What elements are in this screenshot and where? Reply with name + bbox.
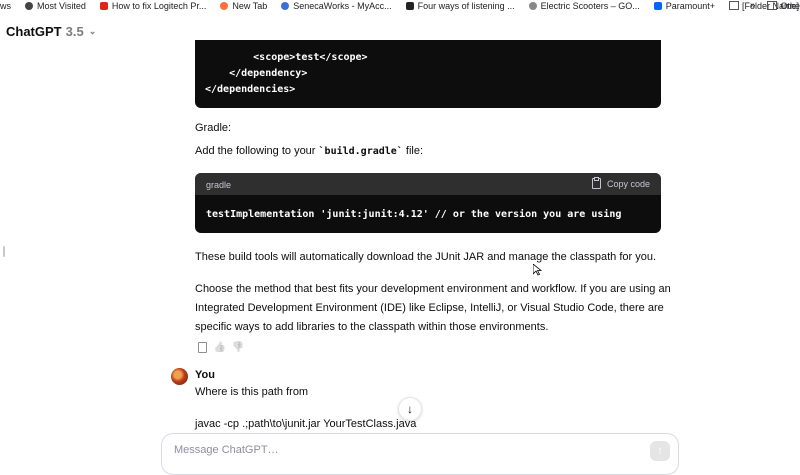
code-line: </dependency>: [205, 68, 308, 79]
chevron-right-icon[interactable]: »: [750, 0, 756, 11]
bookmark-label: Four ways of listening ...: [417, 0, 515, 11]
copy-code-label: Copy code: [606, 178, 650, 189]
bookmark-label: ws: [0, 0, 11, 11]
bookmark-senecaworks[interactable]: SenecaWorks - MyAcc...: [281, 0, 392, 11]
folder-icon: [728, 1, 739, 10]
user-message-line: Where is this path from: [195, 386, 309, 398]
code-block-header: gradle Copy code: [195, 173, 661, 195]
bookmark-new-tab[interactable]: New Tab: [220, 1, 267, 11]
thumbs-down-icon: 👎: [231, 341, 245, 353]
chevron-down-icon: ⌄: [88, 26, 97, 36]
avatar: [171, 368, 188, 385]
app-title: ChatGPT: [6, 24, 62, 39]
bookmark-label: SenecaWorks - MyAcc...: [293, 0, 392, 11]
thumbs-down-button[interactable]: 👎: [232, 341, 244, 353]
bookmark-logitech[interactable]: How to fix Logitech Pr...: [99, 0, 207, 11]
instruction-text: file:: [402, 145, 424, 157]
message-composer: ↑: [161, 433, 679, 475]
arrow-down-icon: ↓: [407, 402, 413, 416]
gradle-heading: Gradle:: [195, 122, 232, 134]
instruction-text: Add the following to your: [195, 145, 319, 157]
send-button[interactable]: ↑: [650, 441, 670, 461]
scroll-down-button[interactable]: ↓: [398, 397, 422, 421]
model-version: 3.5: [65, 24, 84, 39]
build-tools-paragraph: These build tools will automatically dow…: [195, 251, 657, 263]
cursor-icon: [532, 263, 543, 276]
bookmark-label: New Tab: [232, 0, 268, 11]
copy-icon: [197, 342, 207, 353]
firefox-icon: [220, 1, 229, 10]
bookmarks-overflow: » Othe: [750, 0, 800, 11]
choose-paragraph-line: Integrated Development Environment (IDE)…: [195, 302, 664, 314]
user-message-line: javac -cp .;path\to\junit.jar YourTestCl…: [195, 418, 417, 430]
thumbs-up-button[interactable]: 👍: [214, 341, 226, 353]
sidebar-handle[interactable]: [3, 246, 5, 257]
globe-icon: [281, 1, 290, 10]
gear-icon: [25, 1, 33, 10]
message-actions: 👍 👎: [196, 341, 250, 353]
bookmark-label: How to fix Logitech Pr...: [111, 0, 207, 11]
code-content: testImplementation 'junit:junit:4.12' //…: [206, 209, 622, 220]
bookmarks-bar: ws Most Visited How to fix Logitech Pr..…: [0, 0, 800, 11]
copy-button[interactable]: [196, 341, 208, 353]
page-icon: [405, 1, 414, 10]
copy-code-button[interactable]: Copy code: [591, 177, 650, 189]
bookmark-electric-scooters[interactable]: Electric Scooters – GO...: [528, 0, 640, 11]
code-block-xml: <scope>test</scope> </dependency> </depe…: [195, 40, 661, 108]
bookmark-label: Paramount+: [665, 0, 715, 11]
bookmark-four-ways[interactable]: Four ways of listening ...: [405, 0, 515, 11]
arrow-up-icon: ↑: [657, 445, 663, 457]
globe-icon: [528, 1, 537, 10]
bookmark-label: Most Visited: [37, 0, 86, 11]
model-selector[interactable]: ChatGPT 3.5 ⌄: [6, 24, 96, 39]
code-block-gradle: gradle Copy code testImplementation 'jun…: [195, 173, 661, 233]
youtube-icon: [99, 1, 108, 10]
choose-paragraph-line: Choose the method that best fits your de…: [195, 283, 671, 295]
message-author: You: [195, 369, 215, 381]
code-line: <scope>test</scope>: [205, 52, 368, 63]
choose-paragraph-line: specific ways to add libraries to the cl…: [195, 321, 549, 333]
inline-code: `build.gradle`: [318, 146, 403, 157]
clipboard-icon: [591, 177, 601, 189]
code-line: </dependencies>: [205, 84, 296, 95]
paramount-icon: [653, 1, 662, 10]
other-bookmarks[interactable]: Othe: [780, 1, 800, 11]
bookmark-ws[interactable]: ws: [0, 1, 11, 11]
code-language-label: gradle: [206, 180, 232, 190]
bookmark-paramount[interactable]: Paramount+: [653, 0, 715, 11]
folder-icon: [767, 1, 778, 10]
gradle-instruction: Add the following to your `build.gradle`…: [195, 145, 423, 157]
thumbs-up-icon: 👍: [213, 341, 227, 353]
bookmark-most-visited[interactable]: Most Visited: [25, 1, 86, 11]
bookmark-label: Electric Scooters – GO...: [540, 0, 640, 11]
